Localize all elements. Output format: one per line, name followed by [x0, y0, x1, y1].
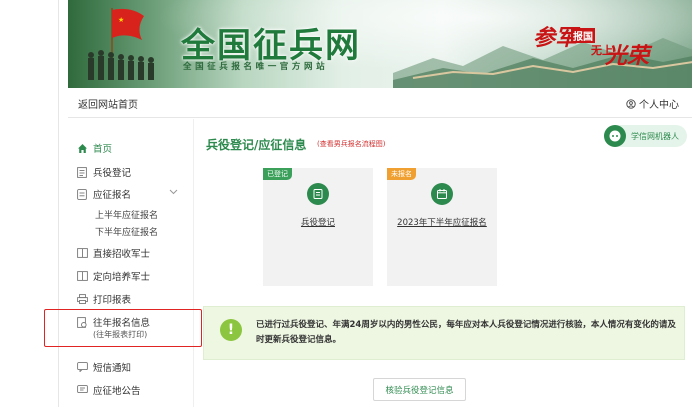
flag-soldiers-image: ★: [88, 8, 154, 80]
sidebar-item-label: 打印报表: [93, 295, 132, 306]
sidebar-subitem-first-half[interactable]: 上半年应征报名: [95, 208, 158, 221]
flow-chart-link[interactable]: (查看男兵报名流程图): [317, 139, 385, 149]
robot-label: 学信网机器人: [631, 131, 679, 141]
sidebar-item-label: 直接招收军士: [93, 249, 151, 260]
robot-assistant-button[interactable]: 学信网机器人: [604, 125, 687, 147]
user-center-label: 个人中心: [639, 100, 679, 111]
back-home-link[interactable]: 返回网站首页: [78, 96, 138, 111]
page: ★ 全国征兵网 全国征兵报名唯一官方网站 参军 报国 无上 光荣 返回网站首页 …: [0, 0, 692, 407]
sidebar-item-label: 兵役登记: [93, 168, 132, 179]
main-content: 兵役登记/应征信息 (查看男兵报名流程图) 学信网机器人 已登记 兵役登记 未报…: [195, 119, 692, 407]
notice-text: 已进行过兵役登记、年满24周岁以内的男性公民，每年应对本人兵役登记情况进行核验，…: [256, 320, 676, 345]
slogan-part-4: 光荣: [605, 43, 650, 69]
slogan-part-2: 报国: [571, 28, 595, 43]
card-label: 兵役登记: [300, 218, 335, 228]
calendar-icon: [431, 183, 453, 205]
form-icon: [76, 188, 88, 200]
highlight-annotation: [44, 309, 202, 347]
message-icon: [76, 361, 88, 373]
home-icon: [76, 142, 88, 154]
sidebar-item-direct-recruit[interactable]: 直接招收军士: [68, 246, 194, 260]
card-enlistment-2023h2[interactable]: 未报名 2023年下半年应征报名: [387, 168, 497, 286]
page-title: 兵役登记/应征信息: [206, 138, 307, 152]
chevron-down-icon: [169, 189, 178, 195]
site-subtitle: 全国征兵报名唯一官方网站: [183, 62, 329, 72]
sidebar-item-directed-training[interactable]: 定向培养军士: [68, 269, 194, 283]
register-icon: [76, 166, 88, 178]
print-icon: [76, 293, 88, 305]
warning-icon: !: [220, 319, 242, 341]
notice-box: ! 已进行过兵役登记、年满24周岁以内的男性公民，每年应对本人兵役登记情况进行核…: [203, 306, 685, 360]
registration-icon: [307, 183, 329, 205]
sidebar-item-military-registration[interactable]: 兵役登记: [68, 165, 194, 179]
sidebar-item-label: 应征地公告: [93, 386, 141, 397]
sidebar-item-label: 定向培养军士: [93, 272, 151, 283]
verify-registration-button[interactable]: 核验兵役登记信息: [373, 378, 466, 401]
user-icon: [626, 98, 636, 109]
slogan: 参军 报国 无上 光荣: [533, 20, 653, 70]
top-navbar: 返回网站首页 个人中心: [68, 88, 692, 118]
sidebar-item-label: 首页: [93, 144, 113, 155]
robot-icon: [604, 125, 626, 147]
card-label: 2023年下半年应征报名: [397, 218, 487, 228]
status-badge: 未报名: [387, 168, 416, 180]
card-military-registration[interactable]: 已登记 兵役登记: [263, 168, 373, 286]
sidebar-subitem-second-half[interactable]: 下半年应征报名: [95, 225, 158, 238]
sidebar-item-label: 短信通知: [93, 363, 132, 374]
notice-icon: [76, 384, 88, 396]
book-icon: [76, 270, 88, 282]
sidebar: 首页 兵役登记 应征报名 上半年应征报名 下半年应征报名 直接招收军士 定向培养…: [68, 119, 194, 407]
sidebar-item-label: 应征报名: [93, 190, 132, 201]
sidebar-item-announcement[interactable]: 应征地公告: [68, 383, 194, 397]
svg-text:★: ★: [118, 16, 124, 24]
sidebar-item-enlistment[interactable]: 应征报名: [68, 187, 194, 201]
sidebar-item-sms[interactable]: 短信通知: [68, 360, 194, 374]
user-center-link[interactable]: 个人中心: [626, 96, 679, 111]
site-banner: ★ 全国征兵网 全国征兵报名唯一官方网站 参军 报国 无上 光荣: [68, 0, 692, 88]
book-icon: [76, 247, 88, 259]
sidebar-item-home[interactable]: 首页: [68, 141, 194, 155]
status-badge: 已登记: [263, 168, 292, 180]
sidebar-item-print-report[interactable]: 打印报表: [68, 292, 194, 306]
